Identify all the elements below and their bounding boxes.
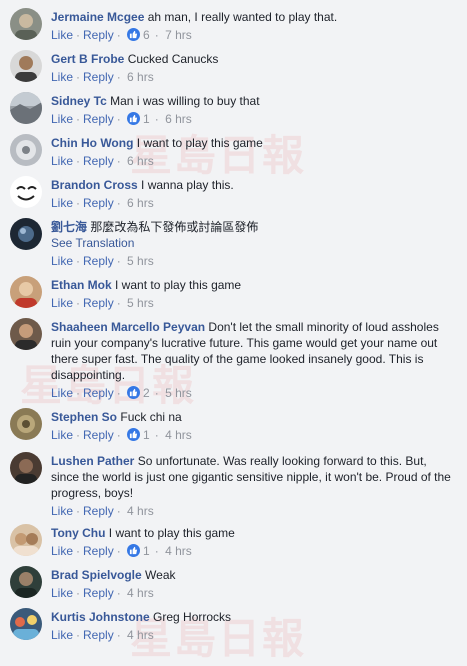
avatar[interactable]: [10, 134, 42, 166]
comment-author[interactable]: Ethan Mok: [51, 278, 112, 292]
thumbs-up-icon[interactable]: [127, 428, 141, 441]
reply-link[interactable]: Reply: [83, 154, 114, 168]
avatar[interactable]: [10, 408, 42, 440]
thumbs-up-icon[interactable]: [127, 112, 141, 125]
comment-time[interactable]: 7 hrs: [165, 28, 192, 42]
like-link[interactable]: Like: [51, 386, 73, 400]
reply-link[interactable]: Reply: [83, 196, 114, 210]
comment-time[interactable]: 6 hrs: [165, 112, 192, 126]
comment-text: ah man, I really wanted to play that.: [147, 10, 338, 24]
avatar[interactable]: [10, 50, 42, 82]
like-link[interactable]: Like: [51, 28, 73, 42]
reaction-count[interactable]: 1: [143, 112, 150, 126]
comment-time[interactable]: 5 hrs: [127, 254, 154, 268]
reply-link[interactable]: Reply: [83, 628, 114, 642]
comment-author[interactable]: Tony Chu: [51, 526, 105, 540]
avatar[interactable]: [10, 452, 42, 484]
comment-time[interactable]: 6 hrs: [127, 70, 154, 84]
avatar[interactable]: [10, 566, 42, 598]
comment-author[interactable]: Chin Ho Wong: [51, 136, 133, 150]
like-link[interactable]: Like: [51, 196, 73, 210]
like-link[interactable]: Like: [51, 112, 73, 126]
avatar[interactable]: [10, 276, 42, 308]
like-link[interactable]: Like: [51, 586, 73, 600]
watermark: 星島日報: [130, 131, 307, 180]
avatar[interactable]: [10, 524, 42, 556]
thumbs-up-icon[interactable]: [127, 28, 141, 41]
comment-text: Weak: [145, 568, 176, 582]
comment-text: Man i was willing to buy that: [110, 94, 260, 108]
comment-text: I want to play this game: [108, 526, 235, 540]
comment-time[interactable]: 5 hrs: [127, 296, 154, 310]
reaction-count[interactable]: 2: [143, 386, 150, 400]
avatar[interactable]: [10, 608, 42, 640]
comment-author[interactable]: Stephen So: [51, 410, 117, 424]
reply-link[interactable]: Reply: [83, 254, 114, 268]
comment-text: Fuck chi na: [120, 410, 182, 424]
like-link[interactable]: Like: [51, 504, 73, 518]
reply-link[interactable]: Reply: [83, 296, 114, 310]
avatar[interactable]: [10, 176, 42, 208]
thumbs-up-icon[interactable]: [127, 386, 141, 399]
reply-link[interactable]: Reply: [83, 386, 114, 400]
comment-author[interactable]: 劉七海: [51, 220, 87, 234]
comment-time[interactable]: 4 hrs: [165, 544, 192, 558]
reply-link[interactable]: Reply: [83, 70, 114, 84]
comment-author[interactable]: Jermaine Mcgee: [51, 10, 144, 24]
reply-link[interactable]: Reply: [83, 544, 114, 558]
reply-link[interactable]: Reply: [83, 28, 114, 42]
see-translation-link[interactable]: See Translation: [51, 235, 455, 251]
thumbs-up-icon[interactable]: [127, 544, 141, 557]
comment-author[interactable]: Sidney Tc: [51, 94, 107, 108]
comment-text: I want to play this game: [115, 278, 242, 292]
reply-link[interactable]: Reply: [83, 504, 114, 518]
comment-text: Greg Horrocks: [153, 610, 232, 624]
like-link[interactable]: Like: [51, 296, 73, 310]
comment-time[interactable]: 4 hrs: [165, 428, 192, 442]
avatar[interactable]: [10, 218, 42, 250]
comment-time[interactable]: 6 hrs: [127, 196, 154, 210]
reaction-count[interactable]: 1: [143, 428, 150, 442]
like-link[interactable]: Like: [51, 70, 73, 84]
like-link[interactable]: Like: [51, 154, 73, 168]
comment-time[interactable]: 6 hrs: [127, 154, 154, 168]
comment-text: I want to play this game: [136, 136, 263, 150]
comment-time[interactable]: 4 hrs: [127, 628, 154, 642]
comment-author[interactable]: Lushen Pather: [51, 454, 134, 468]
avatar[interactable]: [10, 318, 42, 350]
comment-author[interactable]: Gert B Frobe: [51, 52, 124, 66]
comment-text: Cucked Canucks: [127, 52, 219, 66]
reaction-count[interactable]: 1: [143, 544, 150, 558]
reaction-count[interactable]: 6: [143, 28, 150, 42]
like-link[interactable]: Like: [51, 428, 73, 442]
like-link[interactable]: Like: [51, 628, 73, 642]
comment-author[interactable]: Brandon Cross: [51, 178, 138, 192]
like-link[interactable]: Like: [51, 544, 73, 558]
comment-text: 那麼改為私下發佈或討論區發佈: [90, 220, 259, 234]
avatar[interactable]: [10, 92, 42, 124]
like-link[interactable]: Like: [51, 254, 73, 268]
comment-time[interactable]: 4 hrs: [127, 586, 154, 600]
comment-author[interactable]: Shaaheen Marcello Peyvan: [51, 320, 205, 334]
comment-author[interactable]: Brad Spielvogle: [51, 568, 142, 582]
comment-time[interactable]: 5 hrs: [165, 386, 192, 400]
avatar[interactable]: [10, 8, 42, 40]
reply-link[interactable]: Reply: [83, 586, 114, 600]
reply-link[interactable]: Reply: [83, 112, 114, 126]
comment-author[interactable]: Kurtis Johnstone: [51, 610, 150, 624]
comment-text: I wanna play this.: [141, 178, 234, 192]
comment-time[interactable]: 4 hrs: [127, 504, 154, 518]
reply-link[interactable]: Reply: [83, 428, 114, 442]
